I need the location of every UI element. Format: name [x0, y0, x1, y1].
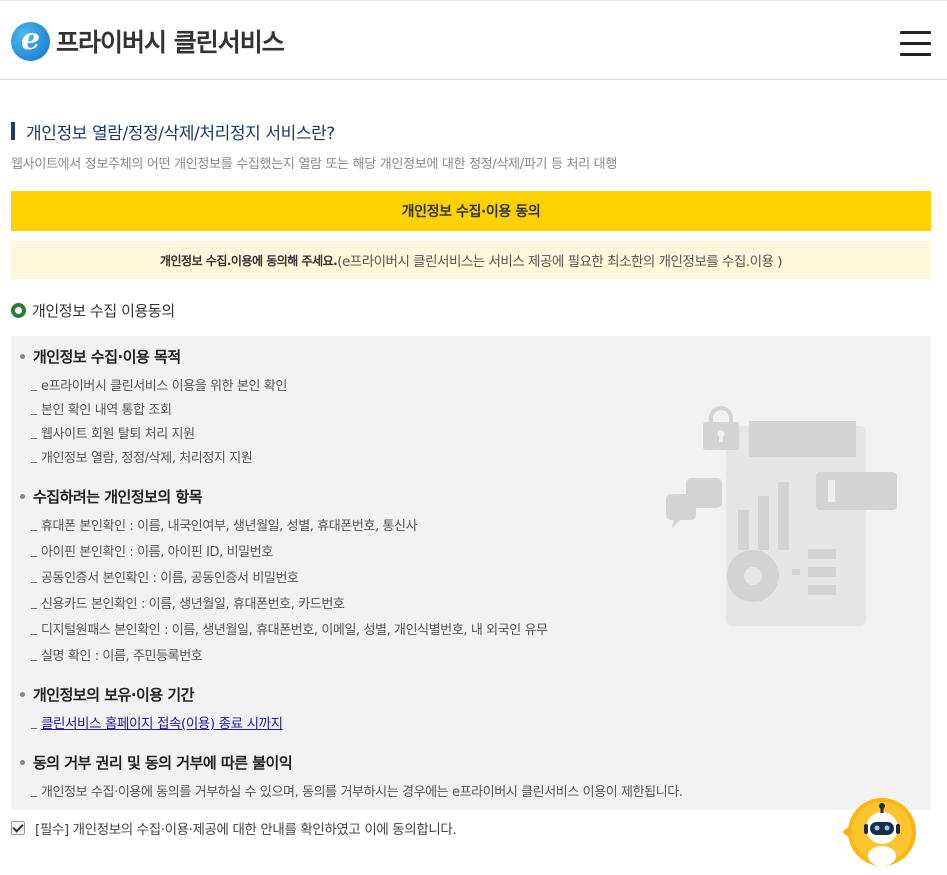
list-item: _ 개인정보 열람, 정정/삭제, 처리정지 지원 [31, 449, 253, 466]
consent-radio-option[interactable]: 개인정보 수집 이용동의 [11, 299, 175, 321]
agree-label: [필수] 개인정보의 수집·이용·제공에 대한 안내를 확인하였고 이에 동의합… [35, 822, 457, 838]
consent-details-box: 개인정보 수집·이용 목적 _ e프라이버시 클린서비스 이용을 위한 본인 확인… [11, 336, 931, 810]
bullet-dot [20, 759, 25, 765]
items-heading: 수집하려는 개인정보의 항목 [20, 485, 203, 507]
consent-notice: 개인정보 수집.이용에 동의해 주세요. (e프라이버시 클린서비스는 서비스 … [11, 241, 931, 279]
bullet-dot [20, 493, 25, 499]
list-item: _ 아이핀 본인확인 : 이름, 아이핀 ID, 비밀번호 [31, 543, 273, 560]
logo-text: 프라이버시 클린서비스 [56, 28, 285, 57]
list-item: _ 신용카드 본인확인 : 이름, 생년월일, 휴대폰번호, 카드번호 [31, 595, 345, 612]
refusal-heading: 동의 거부 권리 및 동의 거부에 따른 불이익 [20, 751, 293, 773]
list-item: _ 공동인증서 본인확인 : 이름, 공동인증서 비밀번호 [31, 569, 299, 586]
checkbox-checked-icon[interactable] [11, 821, 25, 835]
list-item: _ 디지털원패스 본인확인 : 이름, 생년월일, 휴대폰번호, 이메일, 성별,… [31, 621, 548, 638]
retention-period-link[interactable]: 클린서비스 홈페이지 접속(이용) 종료 시까지 [41, 712, 283, 732]
title-bar-marker [11, 122, 15, 140]
list-item: _ e프라이버시 클린서비스 이용을 위한 본인 확인 [31, 377, 287, 394]
retention-title: 개인정보의 보유·이용 기간 [33, 685, 194, 704]
notice-text: (e프라이버시 클린서비스는 서비스 제공에 필요한 최소한의 개인정보를 수집… [337, 254, 783, 270]
bullet-dot [20, 353, 25, 359]
site-logo[interactable]: e 프라이버시 클린서비스 [11, 21, 285, 61]
list-item: _ 본인 확인 내역 통합 조회 [31, 401, 172, 418]
privacy-document-illustration [666, 406, 897, 626]
refusal-title: 동의 거부 권리 및 동의 거부에 따른 불이익 [33, 753, 293, 772]
consent-header-button[interactable]: 개인정보 수집·이용 동의 [11, 191, 931, 231]
hamburger-menu-icon[interactable] [900, 31, 931, 57]
section-description: 웹사이트에서 정보주체의 어떤 개인정보를 수집했는지 열람 또는 해당 개인정… [11, 157, 618, 172]
list-item: _ 클린서비스 홈페이지 접속(이용) 종료 시까지 [31, 712, 283, 732]
list-item: _ 개인정보 수집·이용에 동의를 거부하실 수 있으며, 동의를 거부하시는 경… [31, 783, 683, 800]
items-title: 수집하려는 개인정보의 항목 [33, 487, 203, 506]
section-title: 개인정보 열람/정정/삭제/처리정지 서비스란? [11, 120, 335, 144]
list-item: _ 휴대폰 본인확인 : 이름, 내국인여부, 생년월일, 성별, 휴대폰번호, … [31, 517, 418, 534]
logo-e-icon: e [11, 21, 50, 61]
retention-heading: 개인정보의 보유·이용 기간 [20, 683, 194, 705]
notice-bold-text: 개인정보 수집.이용에 동의해 주세요. [159, 253, 338, 268]
radio-checked-icon[interactable] [11, 302, 26, 318]
list-item: _ 웹사이트 회원 탈퇴 처리 지원 [31, 425, 195, 442]
required-agree-checkbox-row[interactable]: [필수] 개인정보의 수집·이용·제공에 대한 안내를 확인하였고 이에 동의합… [11, 817, 457, 839]
list-item: _ 실명 확인 : 이름, 주민등록번호 [31, 647, 203, 664]
radio-label: 개인정보 수집 이용동의 [32, 301, 175, 320]
bullet-dot [20, 691, 25, 697]
section-title-text: 개인정보 열람/정정/삭제/처리정지 서비스란? [26, 123, 335, 144]
site-header: e 프라이버시 클린서비스 [0, 0, 947, 80]
chatbot-icon[interactable] [842, 798, 918, 866]
purpose-heading: 개인정보 수집·이용 목적 [20, 345, 181, 367]
purpose-title: 개인정보 수집·이용 목적 [33, 347, 181, 366]
